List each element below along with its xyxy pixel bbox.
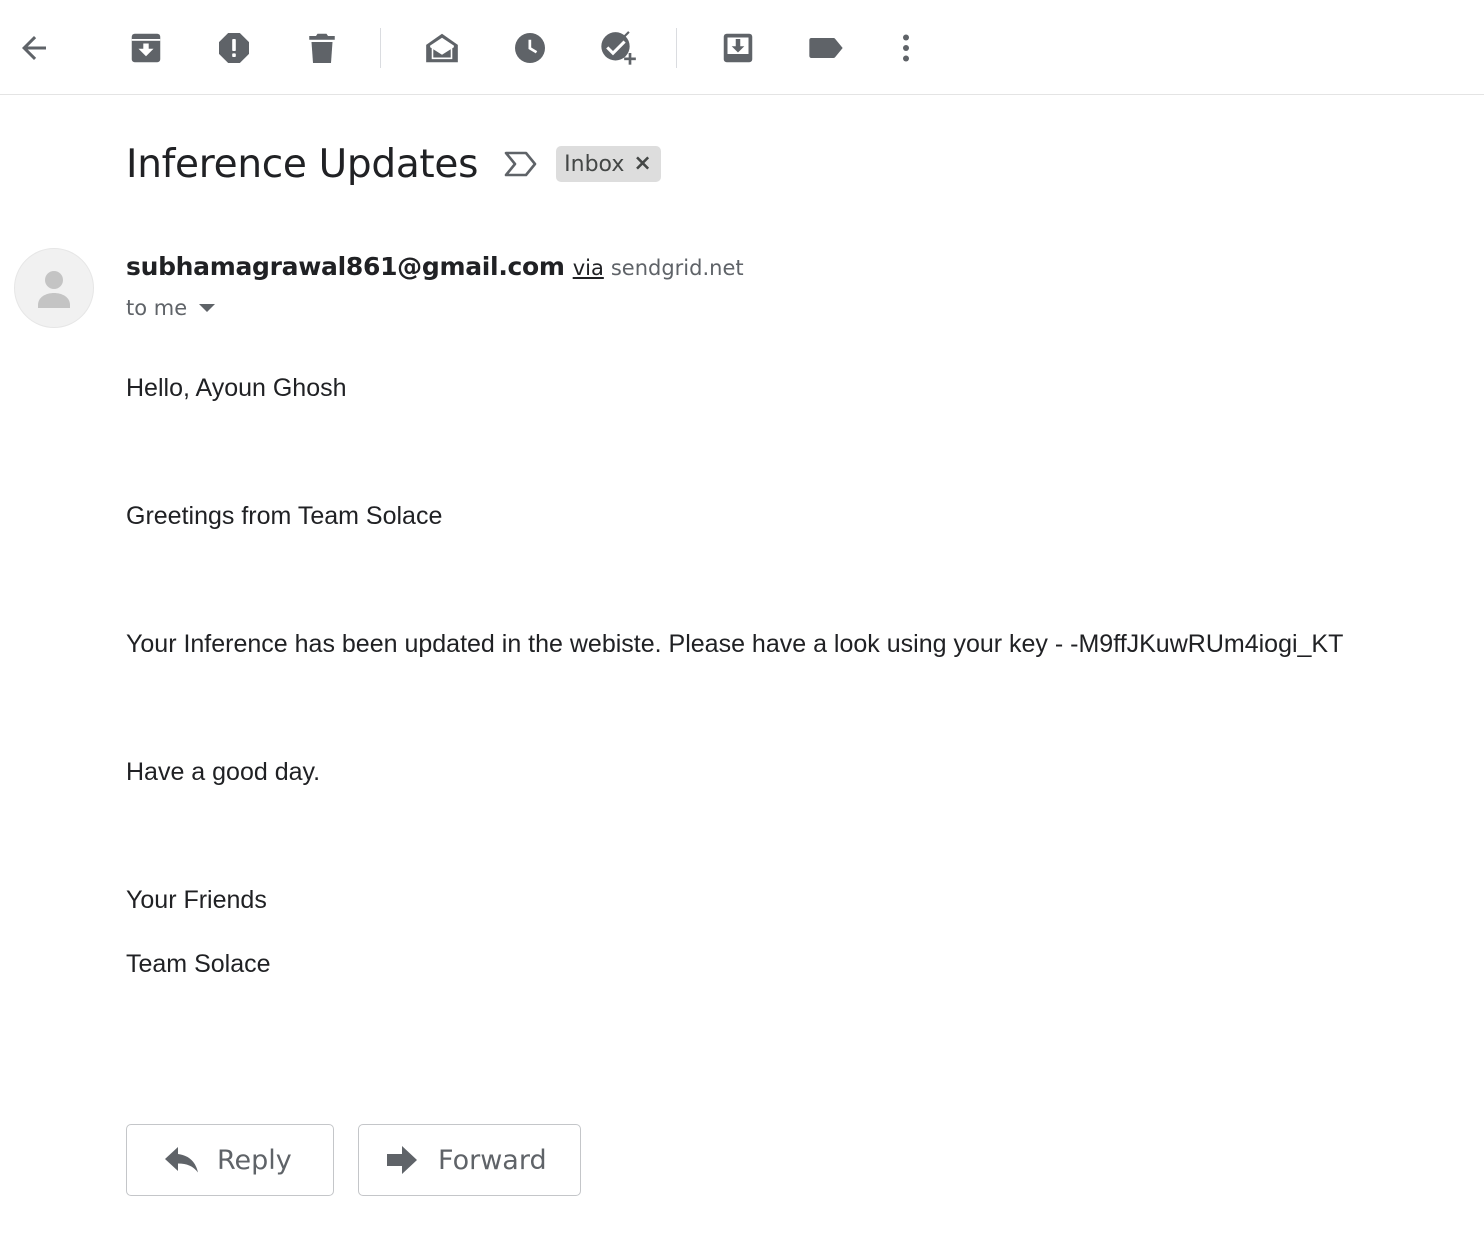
- via-domain: sendgrid.net: [610, 256, 744, 280]
- inbox-label-chip: Inbox ×: [556, 146, 661, 182]
- archive-icon[interactable]: [122, 24, 170, 72]
- label-icon[interactable]: [802, 24, 850, 72]
- sender-email[interactable]: subhamagrawal861@gmail.com: [126, 252, 565, 281]
- subject-row: Inference Updates Inbox ×: [126, 136, 661, 192]
- person-icon: [38, 271, 70, 308]
- more-options-icon[interactable]: [882, 24, 930, 72]
- body-signoff: Your Friends: [126, 886, 267, 914]
- via-link[interactable]: via: [573, 256, 604, 280]
- reply-label: Reply: [217, 1144, 292, 1176]
- sender-line: subhamagrawal861@gmail.com via sendgrid.…: [126, 252, 744, 286]
- snooze-icon[interactable]: [506, 24, 554, 72]
- avatar: [14, 248, 94, 328]
- move-to-icon[interactable]: [714, 24, 762, 72]
- toolbar-divider: [676, 28, 677, 68]
- show-details-chevron-icon[interactable]: [199, 304, 216, 312]
- forward-label: Forward: [438, 1144, 547, 1176]
- recipient-text: to me: [126, 296, 188, 320]
- mark-unread-icon[interactable]: [418, 24, 466, 72]
- body-greeting: Hello, Ayoun Ghosh: [126, 374, 347, 402]
- email-subject: Inference Updates: [126, 141, 479, 187]
- body-intro: Greetings from Team Solace: [126, 502, 443, 530]
- reply-icon: [164, 1145, 200, 1175]
- report-spam-icon[interactable]: [210, 24, 258, 72]
- body-message: Your Inference has been updated in the w…: [126, 630, 1344, 658]
- forward-button[interactable]: Forward: [358, 1124, 581, 1196]
- remove-label-icon[interactable]: ×: [633, 153, 651, 175]
- reply-button[interactable]: Reply: [126, 1124, 334, 1196]
- importance-marker-icon[interactable]: [504, 150, 538, 178]
- recipient-line: to me: [126, 292, 216, 324]
- body-signature: Team Solace: [126, 950, 271, 978]
- body-closing: Have a good day.: [126, 758, 321, 786]
- forward-icon: [386, 1145, 418, 1175]
- toolbar: [0, 0, 1484, 95]
- label-chip-text: Inbox: [564, 151, 625, 177]
- add-to-tasks-icon[interactable]: [594, 24, 642, 72]
- toolbar-divider: [380, 28, 381, 68]
- back-arrow-icon[interactable]: [10, 24, 58, 72]
- delete-icon[interactable]: [298, 24, 346, 72]
